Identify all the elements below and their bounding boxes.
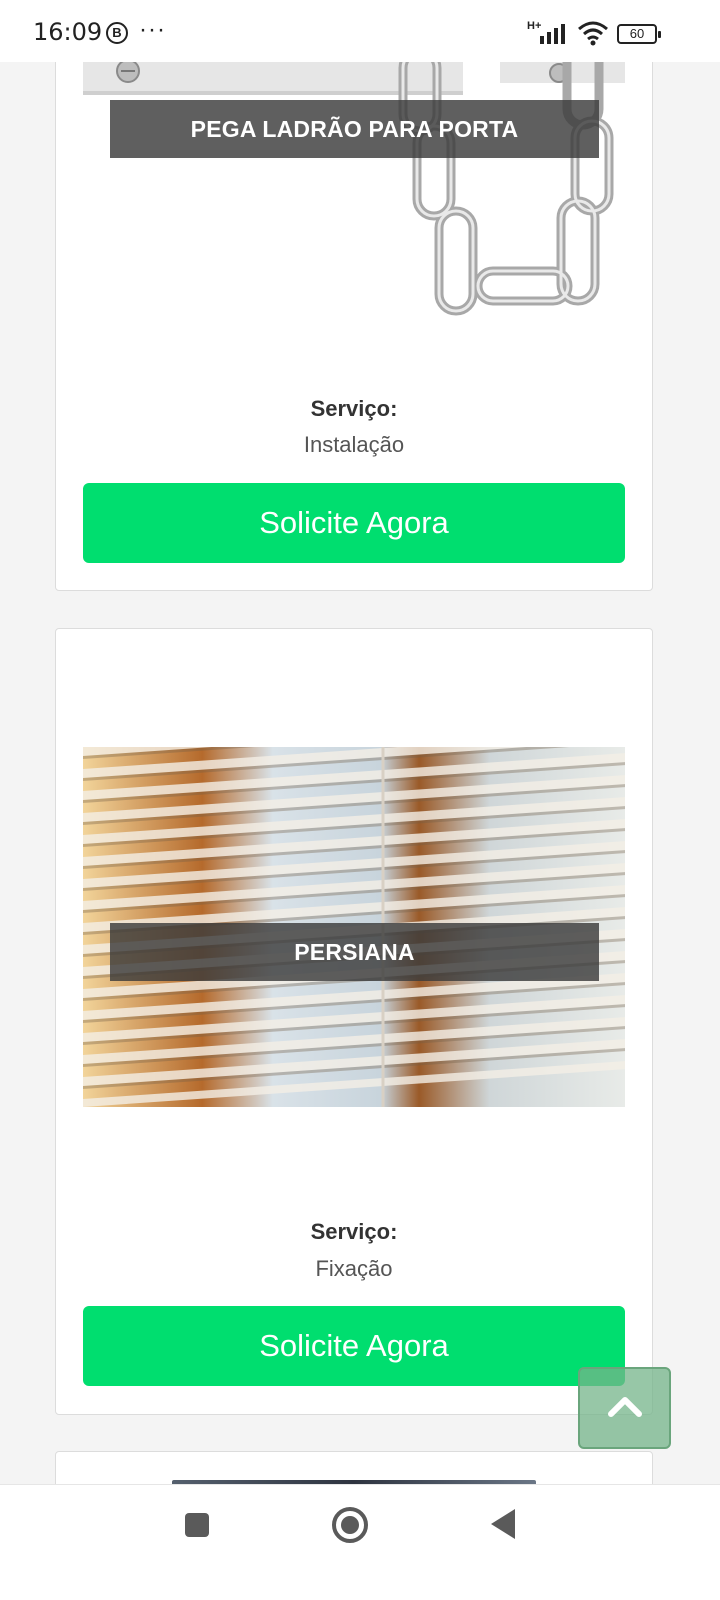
request-now-button[interactable]: Solicite Agora [83,483,625,563]
circle-icon[interactable] [332,1507,368,1543]
service-value: Instalação [303,432,405,457]
product-card-door-chain: PEGA LADRÃO PARA PORTA Serviço: Instalaç… [55,30,653,591]
status-bar: 16:09 B ··· H+ 60 [0,0,720,62]
chevron-up-icon [608,1397,642,1417]
triangle-back-icon[interactable] [491,1509,515,1539]
battery-icon: 60 [617,24,661,44]
back-to-top-button[interactable] [578,1367,671,1449]
product-card-blinds: PERSIANA Serviço: Fixação Solicite Agora [55,628,653,1415]
product-caption: PEGA LADRÃO PARA PORTA [110,100,599,158]
service-value: Fixação [315,1256,393,1281]
door-chain-image [83,31,625,331]
request-now-button[interactable]: Solicite Agora [83,1306,625,1386]
status-time: 16:09 [33,18,103,46]
product-caption: PERSIANA [110,923,599,981]
system-navigation-bar [0,1484,720,1600]
signal-icon [540,24,565,44]
square-icon[interactable] [185,1513,209,1537]
wifi-icon [578,21,608,46]
service-label: Serviço: [310,396,398,421]
service-label: Serviço: [310,1219,398,1244]
more-notifications-icon: ··· [139,16,166,43]
b-notification-icon: B [106,22,128,44]
